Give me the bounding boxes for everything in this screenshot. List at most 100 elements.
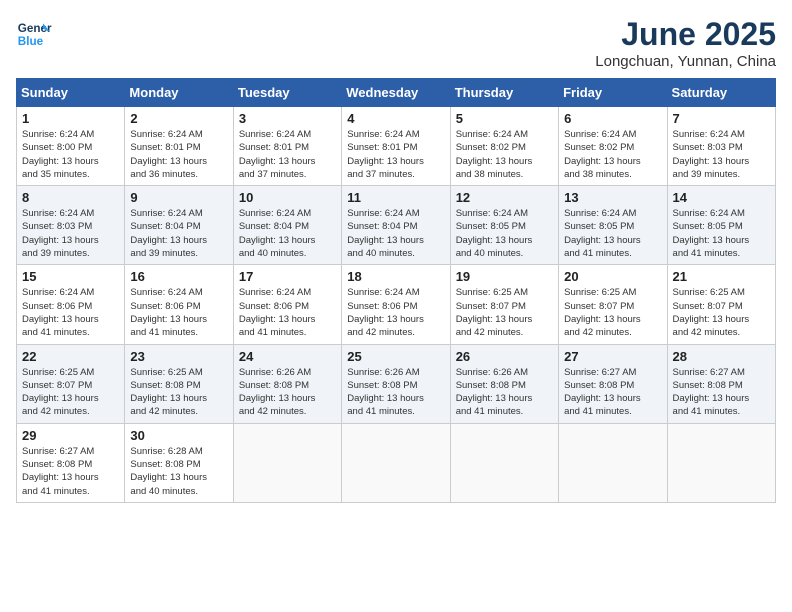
calendar-cell <box>559 423 667 502</box>
day-number: 2 <box>130 111 227 126</box>
day-number: 16 <box>130 269 227 284</box>
title-area: June 2025 Longchuan, Yunnan, China <box>595 16 776 70</box>
calendar-cell: 23 Sunrise: 6:25 AM Sunset: 8:08 PM Dayli… <box>125 344 233 423</box>
day-info: Sunrise: 6:25 AM Sunset: 8:07 PM Dayligh… <box>673 286 770 339</box>
calendar-cell: 1 Sunrise: 6:24 AM Sunset: 8:00 PM Daylig… <box>17 107 125 186</box>
calendar-cell <box>450 423 558 502</box>
day-info: Sunrise: 6:24 AM Sunset: 8:06 PM Dayligh… <box>347 286 444 339</box>
day-number: 25 <box>347 349 444 364</box>
day-number: 26 <box>456 349 553 364</box>
calendar-week: 15 Sunrise: 6:24 AM Sunset: 8:06 PM Dayli… <box>17 265 776 344</box>
calendar-cell: 9Sunrise: 6:24 AM Sunset: 8:04 PM Daylig… <box>125 186 233 265</box>
day-info: Sunrise: 6:24 AM Sunset: 8:01 PM Dayligh… <box>239 128 336 181</box>
weekday-label: Wednesday <box>342 79 450 107</box>
day-number: 23 <box>130 349 227 364</box>
day-info: Sunrise: 6:27 AM Sunset: 8:08 PM Dayligh… <box>564 366 661 419</box>
day-info: Sunrise: 6:24 AM Sunset: 8:02 PM Dayligh… <box>564 128 661 181</box>
calendar-cell: 17Sunrise: 6:24 AM Sunset: 8:06 PM Dayli… <box>233 265 341 344</box>
day-number: 11 <box>347 190 444 205</box>
day-info: Sunrise: 6:26 AM Sunset: 8:08 PM Dayligh… <box>456 366 553 419</box>
day-number: 1 <box>22 111 119 126</box>
day-info: Sunrise: 6:26 AM Sunset: 8:08 PM Dayligh… <box>347 366 444 419</box>
calendar-cell: 18 Sunrise: 6:24 AM Sunset: 8:06 PM Dayli… <box>342 265 450 344</box>
calendar-cell: 13 Sunrise: 6:24 AM Sunset: 8:05 PM Dayli… <box>559 186 667 265</box>
calendar-cell: 11 Sunrise: 6:24 AM Sunset: 8:04 PM Dayli… <box>342 186 450 265</box>
day-number: 6 <box>564 111 661 126</box>
calendar: SundayMondayTuesdayWednesdayThursdayFrid… <box>16 78 776 503</box>
weekday-label: Tuesday <box>233 79 341 107</box>
day-info: Sunrise: 6:27 AM Sunset: 8:08 PM Dayligh… <box>22 445 119 498</box>
day-info: Sunrise: 6:25 AM Sunset: 8:08 PM Dayligh… <box>130 366 227 419</box>
day-number: 29 <box>22 428 119 443</box>
calendar-cell: 25 Sunrise: 6:26 AM Sunset: 8:08 PM Dayli… <box>342 344 450 423</box>
calendar-cell: 29 Sunrise: 6:27 AM Sunset: 8:08 PM Dayli… <box>17 423 125 502</box>
day-info: Sunrise: 6:25 AM Sunset: 8:07 PM Dayligh… <box>22 366 119 419</box>
weekday-label: Monday <box>125 79 233 107</box>
day-info: Sunrise: 6:24 AM Sunset: 8:06 PM Dayligh… <box>22 286 119 339</box>
day-number: 22 <box>22 349 119 364</box>
calendar-cell: 6 Sunrise: 6:24 AM Sunset: 8:02 PM Daylig… <box>559 107 667 186</box>
day-info: Sunrise: 6:24 AM Sunset: 8:03 PM Dayligh… <box>673 128 770 181</box>
day-info: Sunrise: 6:27 AM Sunset: 8:08 PM Dayligh… <box>673 366 770 419</box>
calendar-cell: 26 Sunrise: 6:26 AM Sunset: 8:08 PM Dayli… <box>450 344 558 423</box>
calendar-cell: 19 Sunrise: 6:25 AM Sunset: 8:07 PM Dayli… <box>450 265 558 344</box>
day-number: 28 <box>673 349 770 364</box>
day-info: Sunrise: 6:24 AM Sunset: 8:01 PM Dayligh… <box>347 128 444 181</box>
day-number: 7 <box>673 111 770 126</box>
day-info: Sunrise: 6:26 AM Sunset: 8:08 PM Dayligh… <box>239 366 336 419</box>
logo: General Blue <box>16 16 52 52</box>
day-info: Sunrise: 6:24 AM Sunset: 8:02 PM Dayligh… <box>456 128 553 181</box>
day-number: 19 <box>456 269 553 284</box>
logo-icon: General Blue <box>16 16 52 52</box>
day-info: Sunrise: 6:24 AM Sunset: 8:04 PM Dayligh… <box>239 207 336 260</box>
day-number: 30 <box>130 428 227 443</box>
day-info: Sunrise: 6:25 AM Sunset: 8:07 PM Dayligh… <box>564 286 661 339</box>
day-number: 27 <box>564 349 661 364</box>
day-info: Sunrise: 6:24 AM Sunset: 8:01 PM Dayligh… <box>130 128 227 181</box>
day-number: 13 <box>564 190 661 205</box>
day-number: 9 <box>130 190 227 205</box>
day-number: 4 <box>347 111 444 126</box>
calendar-cell: 27 Sunrise: 6:27 AM Sunset: 8:08 PM Dayli… <box>559 344 667 423</box>
day-number: 24 <box>239 349 336 364</box>
calendar-cell: 30Sunrise: 6:28 AM Sunset: 8:08 PM Dayli… <box>125 423 233 502</box>
calendar-week: 29 Sunrise: 6:27 AM Sunset: 8:08 PM Dayli… <box>17 423 776 502</box>
day-info: Sunrise: 6:24 AM Sunset: 8:06 PM Dayligh… <box>130 286 227 339</box>
day-number: 3 <box>239 111 336 126</box>
day-number: 17 <box>239 269 336 284</box>
day-number: 14 <box>673 190 770 205</box>
day-number: 21 <box>673 269 770 284</box>
day-number: 8 <box>22 190 119 205</box>
weekday-label: Friday <box>559 79 667 107</box>
weekday-label: Sunday <box>17 79 125 107</box>
day-info: Sunrise: 6:24 AM Sunset: 8:05 PM Dayligh… <box>564 207 661 260</box>
calendar-cell: 15 Sunrise: 6:24 AM Sunset: 8:06 PM Dayli… <box>17 265 125 344</box>
calendar-cell: 24 Sunrise: 6:26 AM Sunset: 8:08 PM Dayli… <box>233 344 341 423</box>
calendar-body: 1 Sunrise: 6:24 AM Sunset: 8:00 PM Daylig… <box>17 107 776 503</box>
weekday-label: Thursday <box>450 79 558 107</box>
location-title: Longchuan, Yunnan, China <box>595 53 776 70</box>
month-title: June 2025 <box>595 16 776 53</box>
day-info: Sunrise: 6:24 AM Sunset: 8:05 PM Dayligh… <box>456 207 553 260</box>
calendar-week: 8 Sunrise: 6:24 AM Sunset: 8:03 PM Daylig… <box>17 186 776 265</box>
calendar-cell: 10 Sunrise: 6:24 AM Sunset: 8:04 PM Dayli… <box>233 186 341 265</box>
calendar-cell: 7 Sunrise: 6:24 AM Sunset: 8:03 PM Daylig… <box>667 107 775 186</box>
weekday-header: SundayMondayTuesdayWednesdayThursdayFrid… <box>17 79 776 107</box>
calendar-cell: 5 Sunrise: 6:24 AM Sunset: 8:02 PM Daylig… <box>450 107 558 186</box>
day-number: 5 <box>456 111 553 126</box>
day-number: 10 <box>239 190 336 205</box>
calendar-cell: 20 Sunrise: 6:25 AM Sunset: 8:07 PM Dayli… <box>559 265 667 344</box>
day-info: Sunrise: 6:24 AM Sunset: 8:04 PM Dayligh… <box>347 207 444 260</box>
day-info: Sunrise: 6:24 AM Sunset: 8:03 PM Dayligh… <box>22 207 119 260</box>
day-info: Sunrise: 6:25 AM Sunset: 8:07 PM Dayligh… <box>456 286 553 339</box>
calendar-week: 22 Sunrise: 6:25 AM Sunset: 8:07 PM Dayli… <box>17 344 776 423</box>
calendar-cell: 22 Sunrise: 6:25 AM Sunset: 8:07 PM Dayli… <box>17 344 125 423</box>
day-number: 20 <box>564 269 661 284</box>
day-number: 15 <box>22 269 119 284</box>
calendar-cell: 21 Sunrise: 6:25 AM Sunset: 8:07 PM Dayli… <box>667 265 775 344</box>
weekday-label: Saturday <box>667 79 775 107</box>
calendar-week: 1 Sunrise: 6:24 AM Sunset: 8:00 PM Daylig… <box>17 107 776 186</box>
day-number: 18 <box>347 269 444 284</box>
calendar-cell <box>667 423 775 502</box>
day-info: Sunrise: 6:24 AM Sunset: 8:00 PM Dayligh… <box>22 128 119 181</box>
